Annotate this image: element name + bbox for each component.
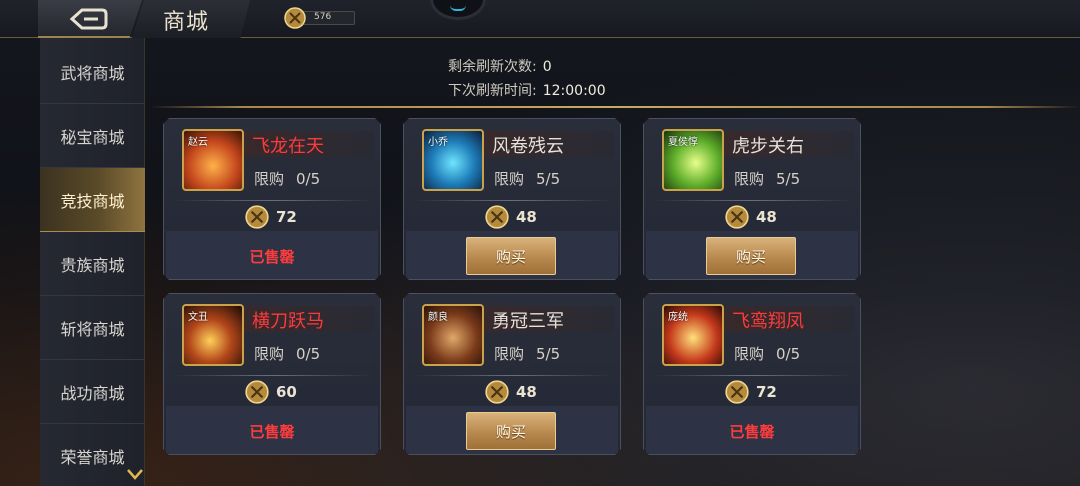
limit-value: 0/5 (776, 345, 801, 363)
sidebar-item-label: 荣誉商城 (60, 447, 125, 467)
sidebar-item-merit-shop[interactable]: 战功商城 (40, 360, 145, 424)
hero-tag: 赵云 (188, 137, 208, 148)
shop-card-5: 颜良 勇冠三军 限购 5/5 48 购买 (403, 293, 621, 455)
shop-card-2: 小乔 风卷残云 限购 5/5 48 购买 (403, 118, 621, 280)
item-name: 飞鸾翔凤 (732, 311, 804, 332)
item-name: 横刀跃马 (252, 311, 324, 332)
limit-value: 0/5 (296, 345, 321, 363)
buy-button[interactable]: 购买 (466, 412, 556, 450)
item-portrait[interactable]: 小乔 (422, 129, 484, 191)
item-price: 48 (516, 208, 537, 226)
back-button[interactable] (38, 0, 142, 38)
item-price: 72 (756, 383, 777, 401)
item-portrait[interactable]: 夏侯惇 (662, 129, 724, 191)
sidebar-item-treasure-shop[interactable]: 秘宝商城 (40, 104, 145, 168)
item-name: 风卷残云 (492, 136, 564, 157)
sidebar-item-label: 秘宝商城 (60, 127, 125, 147)
hero-tag: 庞统 (668, 312, 688, 323)
hero-tag: 夏侯惇 (668, 137, 698, 148)
sidebar-item-label: 武将商城 (60, 63, 125, 83)
card-separator (414, 375, 612, 376)
refresh-remaining-label: 剩余刷新次数: (448, 59, 537, 75)
arena-coin-icon (484, 204, 510, 230)
arena-coin-icon (244, 379, 270, 405)
refresh-next-value: 12:00:00 (542, 83, 606, 99)
limit-value: 0/5 (296, 170, 321, 188)
sidebar-item-general-shop[interactable]: 武将商城 (40, 40, 145, 104)
item-price: 48 (756, 208, 777, 226)
card-separator (174, 375, 372, 376)
limit-label: 限购 (734, 170, 765, 188)
arena-coin-icon (244, 204, 270, 230)
scroll-down-arrow-icon[interactable] (127, 468, 143, 480)
shop-card-6: 庞统 飞鸾翔凤 限购 0/5 72 已售罄 (643, 293, 861, 455)
arena-coin-icon (484, 379, 510, 405)
card-separator (654, 375, 852, 376)
sidebar-item-slayer-shop[interactable]: 斩将商城 (40, 296, 145, 360)
sold-out-label: 已售罄 (249, 423, 295, 441)
item-name: 飞龙在天 (252, 136, 324, 157)
limit-label: 限购 (254, 170, 285, 188)
sidebar-item-label: 斩将商城 (60, 319, 125, 339)
card-separator (654, 200, 852, 201)
currency-value: 576 (314, 12, 332, 22)
arena-coin-icon (284, 7, 306, 29)
hero-tag: 小乔 (428, 137, 448, 148)
refresh-info: 剩余刷新次数: 0 下次刷新时间: 12:00:00 (448, 55, 606, 103)
buy-button[interactable]: 购买 (466, 237, 556, 275)
sidebar-item-noble-shop[interactable]: 贵族商城 (40, 232, 145, 296)
limit-value: 5/5 (776, 170, 801, 188)
item-price: 72 (276, 208, 297, 226)
hero-tag: 文丑 (188, 312, 208, 323)
item-portrait[interactable]: 文丑 (182, 304, 244, 366)
sold-out-label: 已售罄 (249, 248, 295, 266)
item-portrait[interactable]: 赵云 (182, 129, 244, 191)
arena-coin-icon (724, 379, 750, 405)
card-separator (174, 200, 372, 201)
limit-value: 5/5 (536, 170, 561, 188)
purchase-limit: 限购 5/5 (494, 343, 560, 364)
limit-label: 限购 (494, 345, 525, 363)
shop-card-3: 夏侯惇 虎步关右 限购 5/5 48 购买 (643, 118, 861, 280)
limit-label: 限购 (254, 345, 285, 363)
item-name: 勇冠三军 (492, 311, 564, 332)
shop-card-4: 文丑 横刀跃马 限购 0/5 60 已售罄 (163, 293, 381, 455)
item-portrait[interactable]: 颜良 (422, 304, 484, 366)
sidebar: 武将商城 秘宝商城 竞技商城 贵族商城 斩将商城 战功商城 荣誉商城 (40, 38, 145, 486)
item-portrait[interactable]: 庞统 (662, 304, 724, 366)
page-title: 商城 (163, 10, 210, 35)
arena-coin-icon (724, 204, 750, 230)
purchase-limit: 限购 0/5 (254, 343, 320, 364)
sidebar-item-label: 竞技商城 (60, 191, 125, 211)
purchase-limit: 限购 5/5 (494, 168, 560, 189)
item-price: 60 (276, 383, 297, 401)
sidebar-item-label: 战功商城 (60, 383, 125, 403)
limit-value: 5/5 (536, 345, 561, 363)
sidebar-item-label: 贵族商城 (60, 255, 125, 275)
buy-button[interactable]: 购买 (706, 237, 796, 275)
header-divider (150, 106, 1080, 108)
item-price: 48 (516, 383, 537, 401)
sidebar-item-arena-shop[interactable]: 竞技商城 (40, 168, 145, 232)
limit-label: 限购 (734, 345, 765, 363)
purchase-limit: 限购 0/5 (254, 168, 320, 189)
currency-display: 576 (283, 6, 355, 29)
card-separator (414, 200, 612, 201)
back-arrow-icon (69, 8, 108, 30)
refresh-next-label: 下次刷新时间: (448, 83, 537, 99)
item-name: 虎步关右 (732, 136, 804, 157)
refresh-remaining-value: 0 (542, 59, 552, 75)
limit-label: 限购 (494, 170, 525, 188)
hero-tag: 颜良 (428, 312, 448, 323)
shop-card-1: 赵云 飞龙在天 限购 0/5 72 已售罄 (163, 118, 381, 280)
purchase-limit: 限购 5/5 (734, 168, 800, 189)
purchase-limit: 限购 0/5 (734, 343, 800, 364)
sold-out-label: 已售罄 (729, 423, 775, 441)
